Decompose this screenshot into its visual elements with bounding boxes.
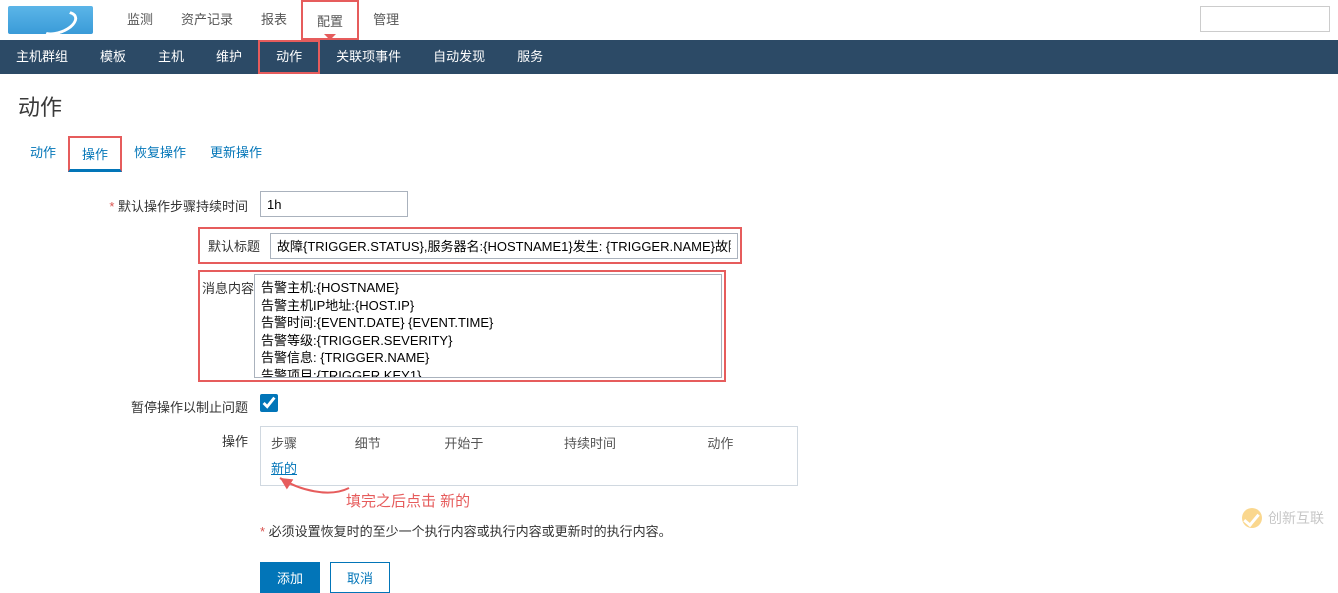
subnav-actions[interactable]: 动作	[258, 40, 320, 74]
watermark: 创新互联	[1242, 508, 1324, 528]
col-detail: 细节	[345, 427, 435, 458]
subnav-discovery[interactable]: 自动发现	[417, 40, 501, 74]
label-ops: 操作	[0, 426, 260, 450]
subnav-services[interactable]: 服务	[501, 40, 559, 74]
input-duration[interactable]	[260, 191, 408, 217]
tab-operations[interactable]: 操作	[68, 136, 122, 172]
col-step: 步骤	[261, 427, 345, 458]
label-duration: 默认操作步骤持续时间	[0, 191, 260, 215]
ops-header: 步骤 细节 开始于 持续时间 动作	[261, 427, 797, 458]
top-nav: 监测 资产记录 报表 配置 管理	[0, 0, 1338, 40]
form-tabs: 动作 操作 恢复操作 更新操作	[0, 136, 1338, 173]
link-new-operation[interactable]: 新的	[261, 458, 307, 485]
annotation-text: 填完之后点击 新的	[346, 490, 798, 511]
tab-update[interactable]: 更新操作	[198, 136, 274, 172]
search-input[interactable]	[1200, 6, 1330, 32]
ops-table: 步骤 细节 开始于 持续时间 动作 新的	[260, 426, 798, 486]
nav-admin[interactable]: 管理	[359, 0, 413, 40]
subnav-hosts[interactable]: 主机	[142, 40, 200, 74]
highlight-subject-row: 默认标题	[198, 227, 742, 264]
sub-nav: 主机群组 模板 主机 维护 动作 关联项事件 自动发现 服务	[0, 40, 1338, 74]
label-pause: 暂停操作以制止问题	[0, 392, 260, 416]
add-button[interactable]: 添加	[260, 562, 320, 593]
label-subject: 默认标题	[202, 231, 270, 260]
required-note: 必须设置恢复时的至少一个执行内容或执行内容或更新时的执行内容。	[269, 524, 672, 539]
watermark-text: 创新互联	[1268, 508, 1324, 528]
highlight-message-row: 消息内容	[198, 270, 726, 382]
subnav-maintenance[interactable]: 维护	[200, 40, 258, 74]
nav-monitor[interactable]: 监测	[113, 0, 167, 40]
checkbox-pause[interactable]	[260, 394, 278, 412]
input-subject[interactable]	[270, 233, 738, 259]
nav-report[interactable]: 报表	[247, 0, 301, 40]
subnav-hostgroups[interactable]: 主机群组	[0, 40, 84, 74]
watermark-icon	[1242, 508, 1262, 528]
col-action: 动作	[697, 427, 797, 458]
subnav-templates[interactable]: 模板	[84, 40, 142, 74]
nav-inventory[interactable]: 资产记录	[167, 0, 247, 40]
input-message[interactable]	[254, 274, 722, 378]
col-start: 开始于	[434, 427, 554, 458]
nav-config[interactable]: 配置	[301, 0, 359, 40]
label-message: 消息内容	[202, 274, 254, 297]
tab-action[interactable]: 动作	[18, 136, 68, 172]
tab-recovery[interactable]: 恢复操作	[122, 136, 198, 172]
cancel-button[interactable]: 取消	[330, 562, 390, 593]
page-title: 动作	[0, 74, 1338, 136]
col-duration: 持续时间	[554, 427, 697, 458]
logo	[8, 6, 93, 34]
form: 默认操作步骤持续时间 默认标题 消息内容 暂停操作以制止问题 操作	[0, 173, 1338, 593]
